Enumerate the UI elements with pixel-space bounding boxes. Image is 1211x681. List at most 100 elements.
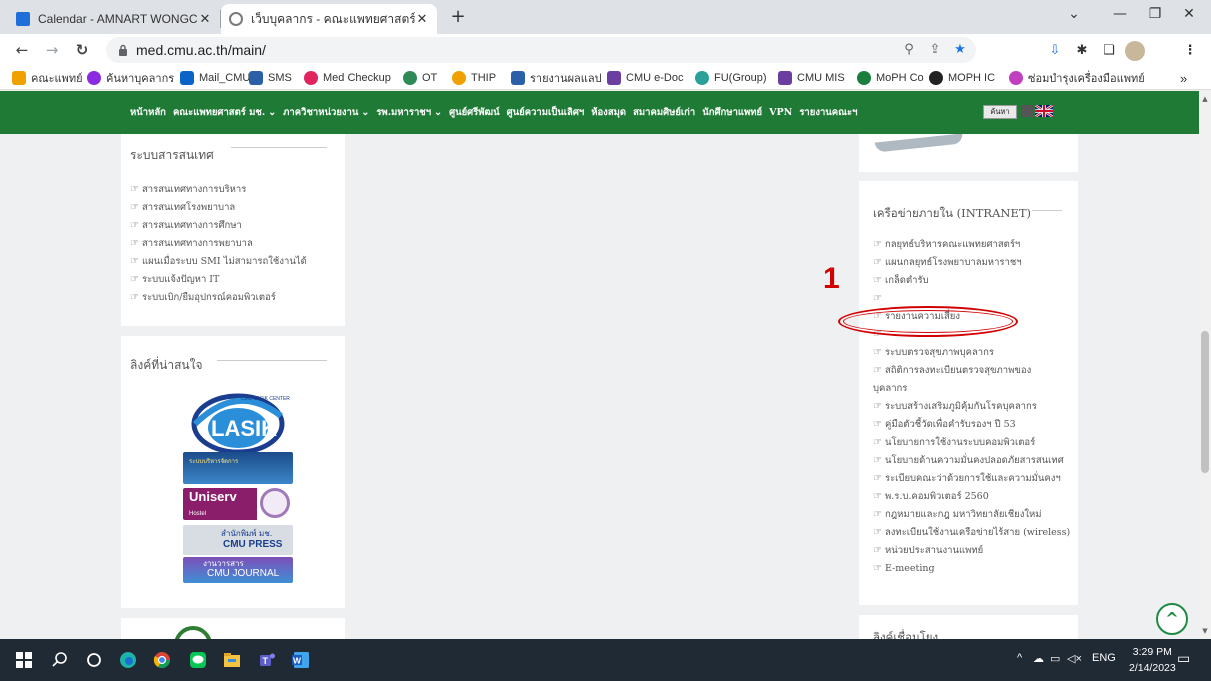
scroll-up-arrow-icon[interactable]: ▲ bbox=[1201, 95, 1209, 105]
word-icon[interactable]: W bbox=[291, 650, 311, 670]
scroll-down-arrow-icon[interactable]: ▼ bbox=[1201, 627, 1209, 637]
nav-vpn[interactable]: VPN bbox=[769, 107, 792, 118]
scroll-to-top-button[interactable]: ^ bbox=[1156, 603, 1188, 635]
tab-search-button[interactable]: ⌄ bbox=[1052, 0, 1096, 28]
scroll-thumb[interactable] bbox=[1201, 331, 1209, 473]
nav-sripat[interactable]: ศูนย์ศรีพัฒน์ bbox=[449, 105, 500, 120]
bookmark-item[interactable]: MoPH Co bbox=[857, 70, 924, 86]
list-item[interactable]: ☞ แผนกลยุทธ์โรงพยาบาลมหาราชฯ bbox=[873, 253, 1070, 271]
list-item[interactable]: ☞ นโยบายด้านความมั่นคงปลอดภัยสารสนเทศ bbox=[873, 451, 1070, 469]
cmu-journal-banner[interactable]: งานวารสาร CMU JOURNAL bbox=[183, 557, 293, 583]
chrome-icon[interactable] bbox=[152, 650, 172, 670]
volume-icon[interactable]: ◁× bbox=[1067, 652, 1082, 665]
bookmark-item[interactable]: ค้นหาบุคลากร bbox=[87, 70, 174, 86]
bookmark-item[interactable]: FU(Group) bbox=[695, 70, 767, 86]
nav-hospital[interactable]: รพ.มหาราชฯ bbox=[376, 105, 431, 120]
bookmark-item[interactable]: Mail_CMU bbox=[180, 70, 250, 86]
window-close-button[interactable]: ✕ bbox=[1167, 0, 1211, 28]
side-panel-icon[interactable]: ❑ bbox=[1099, 41, 1119, 61]
cortana-icon[interactable] bbox=[84, 650, 104, 670]
notification-icon[interactable]: ▭ bbox=[1177, 650, 1190, 667]
nav-departments[interactable]: ภาควิชาหน่วยงาน bbox=[283, 105, 358, 120]
bookmark-item[interactable]: OT bbox=[403, 70, 437, 86]
list-item[interactable]: ☞ สารสนเทศทางการศึกษา bbox=[130, 216, 307, 234]
extensions-icon[interactable]: ✱ bbox=[1072, 41, 1092, 61]
lasik-banner[interactable]: LASIK CMU LASIK CENTER bbox=[183, 386, 293, 454]
teams-icon[interactable]: T bbox=[257, 650, 277, 670]
chevron-down-icon[interactable]: ⌄ bbox=[268, 107, 276, 118]
menu-kebab-icon[interactable]: ⋮ bbox=[1180, 41, 1200, 61]
bookmarks-overflow-button[interactable]: » bbox=[1180, 70, 1187, 86]
list-item[interactable]: ☞ ระเบียบคณะว่าด้วยการใช้และความมั่นคงฯ bbox=[873, 469, 1070, 487]
uniserv-banner[interactable]: Uniserv Hostel bbox=[183, 488, 291, 520]
file-explorer-icon[interactable] bbox=[222, 650, 242, 670]
list-item[interactable]: ☞ กฎหมายและกฎ มหาวิทยาลัยเชียงใหม่ bbox=[873, 505, 1070, 523]
list-item[interactable]: ☞ แผนเมื่อระบบ SMI ไม่สามารถใช้งานได้ bbox=[130, 252, 307, 270]
cmu-press-banner[interactable]: สำนักพิมพ์ มช. CMU PRESS bbox=[183, 525, 293, 555]
bookmark-item[interactable]: Med Checkup bbox=[304, 70, 391, 86]
address-bar[interactable]: med.cmu.ac.th/main/ bbox=[106, 37, 976, 63]
bookmark-item[interactable]: รายงานผลแลป bbox=[511, 70, 602, 86]
list-item[interactable]: ☞ สารสนเทศทางการพยาบาล bbox=[130, 234, 307, 252]
profile-avatar[interactable] bbox=[1125, 41, 1145, 61]
chevron-down-icon[interactable]: ⌄ bbox=[434, 107, 442, 118]
list-item[interactable]: ☞ E-meeting bbox=[873, 559, 1070, 577]
list-item[interactable]: ☞ นโยบายการใช้งานระบบคอมพิวเตอร์ bbox=[873, 433, 1070, 451]
tray-overflow-icon[interactable]: ^ bbox=[1017, 652, 1022, 664]
reload-icon[interactable]: ↻ bbox=[70, 38, 94, 62]
forward-arrow-icon[interactable]: → bbox=[40, 38, 64, 62]
share-icon[interactable]: ⇪ bbox=[926, 41, 944, 59]
list-item[interactable]: ☞ คู่มือตัวชี้วัดเพื่อคำรับรองฯ ปี 53 bbox=[873, 415, 1070, 433]
list-item[interactable]: ☞ เกล็ดตำรับ bbox=[873, 271, 1070, 289]
list-item[interactable]: ☞ พ.ร.บ.คอมพิวเตอร์ 2560 bbox=[873, 487, 1070, 505]
bookmark-item[interactable]: CMU e-Doc bbox=[607, 70, 683, 86]
language-indicator[interactable]: ENG bbox=[1092, 652, 1116, 664]
bookmark-item[interactable]: CMU MIS bbox=[778, 70, 845, 86]
list-item[interactable]: ☞ หน่วยประสานงานแพทย์ bbox=[873, 541, 1070, 559]
nav-students[interactable]: นักศึกษาแพทย์ bbox=[702, 105, 762, 120]
tab-close-icon[interactable]: ✕ bbox=[415, 11, 429, 27]
line-app-icon[interactable] bbox=[188, 650, 208, 670]
list-item[interactable]: ☞ bbox=[873, 289, 1070, 307]
downloads-icon[interactable]: ⇩ bbox=[1045, 41, 1065, 61]
bookmark-item[interactable]: SMS bbox=[249, 70, 292, 86]
bookmark-item[interactable]: THIP bbox=[452, 70, 496, 86]
network-icon[interactable]: ▭ bbox=[1050, 652, 1060, 665]
taskbar-clock[interactable]: 3:29 PM 2/14/2023 bbox=[1129, 644, 1176, 676]
search-toggle-icon[interactable] bbox=[1021, 105, 1033, 117]
bookmark-star-icon[interactable]: ★ bbox=[951, 41, 969, 59]
nav-reports[interactable]: รายงานคณะฯ bbox=[799, 105, 857, 120]
tab-close-icon[interactable]: ✕ bbox=[198, 11, 212, 27]
list-item[interactable]: ☞ สถิติการลงทะเบียนตรวจสุขภาพของ bbox=[873, 361, 1070, 379]
new-tab-button[interactable]: + bbox=[446, 6, 470, 30]
list-item[interactable]: ☞ สารสนเทศโรงพยาบาล bbox=[130, 198, 307, 216]
management-system-banner[interactable]: ระบบบริหารจัดการ bbox=[183, 452, 293, 484]
uk-flag-icon[interactable] bbox=[1035, 105, 1053, 117]
nav-faculty[interactable]: คณะแพทยศาสตร์ มช. bbox=[173, 105, 265, 120]
list-item[interactable]: ☞ ระบบตรวจสุขภาพบุคลากร bbox=[873, 343, 1070, 361]
list-item[interactable]: ☞ ระบบแจ้งปัญหา IT bbox=[130, 270, 307, 288]
nav-excellence[interactable]: ศูนย์ความเป็นเลิศฯ bbox=[507, 105, 585, 120]
bookmark-item[interactable]: MOPH IC bbox=[929, 70, 995, 86]
windows-start-icon[interactable] bbox=[14, 650, 34, 670]
list-item-continuation[interactable]: บุคลากร bbox=[873, 379, 1070, 397]
nav-alumni[interactable]: สมาคมศิษย์เก่า bbox=[633, 105, 695, 120]
list-item[interactable]: ☞ ระบบสร้างเสริมภูมิคุ้มกันโรคบุคลากร bbox=[873, 397, 1070, 415]
chevron-down-icon[interactable]: ⌄ bbox=[361, 107, 369, 118]
zoom-icon[interactable]: ⚲ bbox=[900, 41, 918, 59]
page-scrollbar[interactable]: ▲ ▼ bbox=[1199, 91, 1211, 639]
tab-med-staff[interactable]: เว็บบุคลากร - คณะแพทยศาสตร์ มหาวิ ✕ bbox=[221, 4, 437, 34]
list-item[interactable]: ☞ สารสนเทศทางการบริหาร bbox=[130, 180, 307, 198]
search-icon[interactable] bbox=[50, 650, 70, 670]
nav-home[interactable]: หน้าหลัก bbox=[130, 105, 166, 120]
tab-calendar[interactable]: Calendar - AMNART WONGCHAI ✕ bbox=[8, 4, 220, 34]
bookmark-item[interactable]: คณะแพทย์ bbox=[12, 70, 83, 86]
list-item[interactable]: ☞ กลยุทธ์บริหารคณะแพทยศาสตร์ฯ bbox=[873, 235, 1070, 253]
onedrive-icon[interactable]: ☁ bbox=[1033, 652, 1044, 665]
nav-library[interactable]: ห้องสมุด bbox=[591, 105, 626, 120]
list-item[interactable]: ☞ ลงทะเบียนใช้งานเครือข่ายไร้สาย (wireles… bbox=[873, 523, 1070, 541]
bookmark-item[interactable]: ซ่อมบำรุงเครื่องมือแพทย์ bbox=[1009, 70, 1145, 86]
list-item[interactable]: ☞ ระบบเบิก/ยืมอุปกรณ์คอมพิวเตอร์ bbox=[130, 288, 307, 306]
search-button[interactable]: ค้นหา bbox=[983, 105, 1017, 119]
edge-icon[interactable] bbox=[118, 650, 138, 670]
